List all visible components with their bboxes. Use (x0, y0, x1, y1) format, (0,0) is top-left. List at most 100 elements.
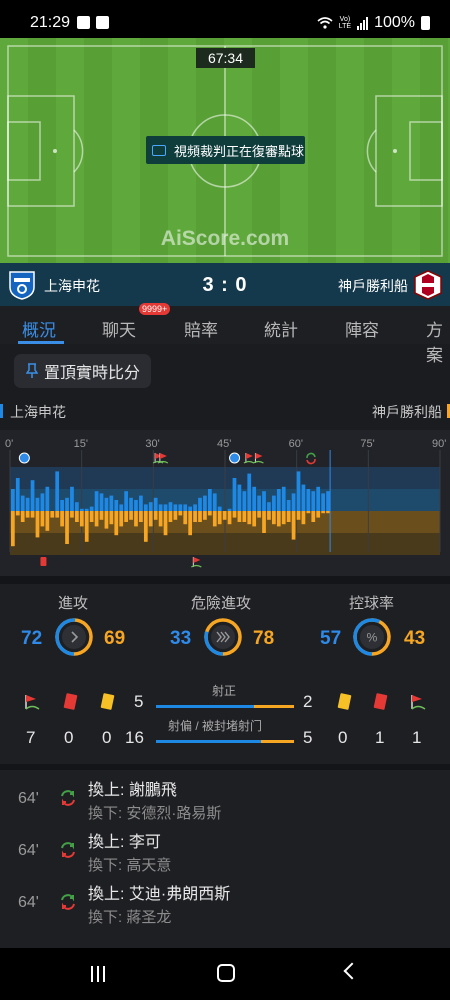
away-pressure-bar (217, 511, 222, 525)
tab-lineups[interactable]: 陣容 (345, 316, 379, 341)
player-in: 換上: 李可 (88, 834, 161, 851)
home-pressure-bar (301, 484, 306, 511)
away-pressure-bar (286, 511, 291, 522)
pin-icon (26, 363, 38, 378)
away-pressure-bar (247, 511, 252, 525)
away-pressure-bar (75, 511, 79, 522)
away-pressure-bar (326, 511, 330, 514)
home-pressure-bar (129, 497, 133, 511)
away-pressure-bar (242, 511, 247, 522)
ring-center (211, 625, 235, 649)
tab-overview[interactable]: 概況 (22, 316, 56, 341)
home-yellow-card-icon (100, 693, 115, 710)
home-pressure-bar (124, 491, 128, 511)
home-pressure-bar (237, 484, 242, 511)
var-monitor-icon (152, 144, 166, 156)
away-red-card-icon (373, 693, 388, 710)
corner-arc (253, 460, 264, 464)
home-pressure-bar (276, 489, 281, 511)
scoreboard: 上海申花 3 : 0 神戶勝利船 (0, 263, 450, 306)
away-pressure-bar (198, 511, 202, 522)
away-pressure-bar (183, 511, 188, 525)
home-pressure-bar (257, 495, 261, 511)
live-pitch[interactable]: 67:34 視頻裁判正在復審點球 AiScore.com (0, 38, 450, 263)
away-corner-icon (411, 695, 426, 710)
recent-apps-icon[interactable] (91, 966, 109, 982)
home-pressure-bar (94, 491, 99, 511)
home-pressure-bar (84, 508, 89, 511)
home-pressure-bar (163, 504, 168, 511)
back-icon[interactable] (343, 962, 361, 980)
home-pressure-bar (316, 486, 321, 511)
away-pressure-bar (35, 511, 40, 538)
tab-chat[interactable]: 聊天 (102, 316, 136, 341)
away-yellow-card-icon (337, 693, 352, 710)
away-pressure-bar (124, 511, 128, 522)
substitution-icon (61, 842, 75, 858)
away-pressure-bar (237, 511, 242, 522)
tick-label: 60' (289, 438, 303, 450)
pin-live-score-button[interactable]: 置頂實時比分 (14, 354, 151, 388)
home-pressure-bar (143, 504, 148, 511)
away-pressure-bar (65, 511, 69, 544)
home-pressure-bar (178, 504, 183, 511)
attacks-label: 進攻 (58, 595, 89, 612)
var-review-text: 視頻裁判正在復審點球 (174, 143, 305, 159)
home-pressure-bar (40, 493, 45, 511)
away-pressure-bar (272, 511, 276, 525)
timeline-home-team: 上海申花 (10, 404, 66, 420)
red-card-icon (40, 557, 47, 566)
home-pressure-bar (183, 504, 188, 511)
home-pressure-bar (11, 489, 15, 511)
on-target-bar (156, 705, 294, 708)
away-pressure-bar (212, 511, 217, 527)
home-pressure-bar (60, 500, 64, 511)
away-pressure-bar (168, 511, 173, 522)
list-item[interactable]: 64' 換上: 李可 換下: 高天意 (0, 824, 450, 876)
away-pressure-bar (316, 511, 321, 518)
home-pressure-bar (232, 478, 237, 511)
home-pressure-bar (20, 495, 25, 511)
away-pressure-bar (276, 511, 281, 527)
away-team-name[interactable]: 神戶勝利船 (338, 276, 408, 296)
possession-label: 控球率 (349, 595, 395, 612)
tab-tips[interactable]: 方案 (426, 316, 450, 366)
home-color-marker (0, 404, 3, 418)
away-pressure-bar (94, 511, 99, 527)
gallery-icon (77, 16, 90, 29)
dangerous-attacks-label: 危險進攻 (191, 595, 252, 612)
tick-label: 30' (145, 438, 159, 450)
on-target-label: 射正 (212, 684, 237, 698)
away-pressure-bar (222, 511, 227, 520)
home-pressure-bar (203, 495, 207, 511)
home-pressure-bar (158, 504, 163, 511)
volte-indicator: Vo) LTE (338, 16, 352, 30)
corner-flag (245, 453, 253, 459)
away-pressure-bar (11, 511, 15, 547)
home-pressure-bar (25, 497, 30, 511)
home-pressure-bar (35, 497, 40, 511)
tab-stats[interactable]: 統計 (264, 316, 298, 341)
home-off-target-count: 16 (125, 728, 144, 747)
dangerous-attacks-ring (204, 618, 242, 656)
list-item[interactable]: 64' 換上: 艾迪·弗朗西斯 換下: 蔣圣龙 (0, 876, 450, 928)
battery-icon (421, 16, 430, 30)
wifi-icon (317, 17, 333, 29)
home-button-icon[interactable] (217, 964, 235, 982)
away-team-crest-icon[interactable] (412, 269, 444, 301)
away-pressure-bar (321, 511, 325, 514)
home-yellow-cards-count: 0 (102, 728, 112, 747)
home-pressure-bar (193, 504, 197, 511)
tab-odds[interactable]: 賠率 (184, 316, 218, 341)
list-item[interactable]: 64' 換上: 謝鵬飛 換下: 安德烈·路易斯 (0, 772, 450, 824)
home-red-card-icon (63, 693, 78, 710)
away-pressure-bar (281, 511, 286, 525)
away-pressure-bar (89, 511, 94, 522)
match-page: 21:29 Vo) LTE 100% 67:34 視頻裁判正在復審點球 AiSc… (0, 0, 450, 1000)
tick-label: 15' (74, 438, 88, 450)
away-pressure-bar (114, 511, 119, 536)
away-pressure-bar (139, 511, 143, 522)
system-nav-bar (0, 948, 450, 1000)
momentum-timeline[interactable]: 0' 15' 30' 45' 60' 75' 90' (0, 430, 450, 576)
home-pressure-bar (212, 493, 217, 511)
